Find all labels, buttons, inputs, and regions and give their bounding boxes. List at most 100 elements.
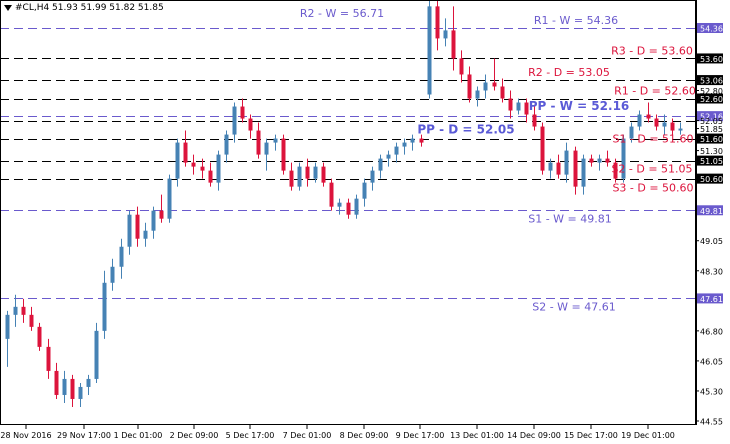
candle-body — [662, 122, 667, 127]
axis-price-label: 49.81 — [700, 207, 723, 216]
candle-body — [532, 114, 537, 127]
time-label: 29 Nov 17:00 — [57, 431, 111, 440]
axis-price-label: 53.06 — [700, 77, 723, 86]
candle-body — [589, 158, 594, 163]
candle-body — [110, 266, 115, 283]
candle-body — [94, 330, 99, 379]
candle-body — [62, 378, 67, 395]
candle-body — [378, 158, 383, 171]
candle-body — [435, 6, 440, 39]
level-label-r2w: R2 - W = 56.71 — [300, 7, 384, 20]
time-label: 14 Dec 09:00 — [507, 431, 561, 440]
candle-body — [637, 114, 642, 127]
time-axis: 28 Nov 2016 29 Nov 17:00 1 Dec 01:00 2 Dec … — [0, 425, 675, 440]
candle-body — [386, 154, 391, 159]
candle-body — [208, 170, 213, 183]
candle-body — [297, 166, 302, 187]
candle-body — [451, 30, 456, 59]
level-label: PP - D = 52.05 — [417, 123, 514, 137]
symbol-quote: #CL,H4 51.93 51.99 51.82 51.85 — [15, 3, 164, 13]
candle-body — [305, 166, 310, 179]
candle-body — [337, 202, 342, 207]
candle-body — [46, 346, 51, 371]
candle-body — [646, 114, 651, 119]
candle-body — [273, 138, 278, 143]
candle-body — [281, 138, 286, 171]
axis-price-label: 54.36 — [700, 25, 723, 34]
axis-price-label: 47.61 — [700, 295, 723, 304]
level-label: S2 - D = 51.05 — [611, 163, 692, 176]
candle-body — [394, 146, 399, 155]
candle-body — [151, 210, 156, 231]
candle-body — [419, 138, 424, 143]
candle-body — [402, 142, 407, 147]
candle-body — [200, 166, 205, 171]
candle-body — [370, 170, 375, 183]
candle-body — [289, 170, 294, 187]
time-label: 28 Nov 2016 — [0, 431, 51, 440]
candle-body — [256, 130, 261, 155]
symbol-info: #CL,H4 51.93 51.99 51.82 51.85 — [4, 3, 164, 13]
level-label: S1 - D = 51.60 — [612, 133, 693, 146]
candle-body — [564, 150, 569, 175]
price-chart[interactable]: R1 - W = 54.36 R3 - D = 53.60R2 - D = 53.… — [0, 0, 730, 444]
candle-body — [102, 282, 107, 331]
axis-price-label: 52.60 — [700, 95, 723, 104]
axis-price-label: 51.60 — [700, 135, 723, 144]
level-label: R2 - D = 53.05 — [528, 66, 610, 79]
time-label: 2 Dec 09:00 — [170, 431, 219, 440]
level-label: S3 - D = 50.60 — [612, 182, 693, 195]
dropdown-arrow-icon[interactable] — [4, 4, 12, 11]
candle-body — [86, 378, 91, 387]
candle-body — [548, 162, 553, 171]
level-label: PP - W = 52.16 — [529, 99, 630, 113]
axis-price-label: 51.30 — [700, 147, 723, 156]
candle-body — [354, 198, 359, 215]
candle-body — [410, 138, 415, 143]
candle-body — [540, 126, 545, 171]
level-label: R3 - D = 53.60 — [611, 44, 693, 57]
time-label: 19 Dec 01:00 — [621, 431, 675, 440]
candle-body — [329, 182, 334, 207]
level-label: S2 - W = 47.61 — [532, 300, 616, 313]
candle-body — [119, 246, 124, 267]
candle-body — [573, 150, 578, 187]
candle-body — [443, 30, 448, 39]
candle-body — [605, 158, 610, 163]
candle-body — [516, 102, 521, 111]
candle-body — [54, 370, 59, 395]
candle-body — [264, 142, 269, 155]
axis-price-label: 51.05 — [700, 157, 723, 166]
candle-body — [483, 82, 488, 91]
candles — [5, 0, 683, 407]
time-label: 8 Dec 09:00 — [340, 431, 389, 440]
candle-body — [175, 142, 180, 179]
candle-body — [167, 178, 172, 219]
time-label: 1 Dec 01:00 — [114, 431, 163, 440]
candle-body — [224, 134, 229, 155]
candle-body — [240, 106, 245, 119]
axis-price-label: 49.05 — [700, 237, 723, 246]
candle-body — [346, 202, 351, 215]
time-label: 5 Dec 17:00 — [226, 431, 275, 440]
candle-body — [232, 106, 237, 135]
candle-body — [183, 142, 188, 163]
candle-body — [654, 118, 659, 127]
candle-body — [362, 182, 367, 199]
candle-body — [143, 230, 148, 239]
candle-body — [492, 82, 497, 87]
level-label: S1 - W = 49.81 — [528, 212, 612, 225]
candle-body — [597, 158, 602, 163]
candle-body — [581, 158, 586, 187]
candle-body — [678, 128, 683, 131]
axis-price-label: 50.60 — [700, 175, 723, 184]
level-label: R1 - D = 52.60 — [614, 85, 696, 98]
candle-body — [500, 86, 505, 99]
time-label: 9 Dec 17:00 — [396, 431, 445, 440]
candle-body — [29, 314, 34, 327]
candle-body — [216, 154, 221, 183]
candle-body — [37, 326, 42, 347]
candle-body — [13, 306, 18, 315]
candle-body — [321, 166, 326, 183]
axis-price-label: 44.55 — [700, 418, 723, 427]
